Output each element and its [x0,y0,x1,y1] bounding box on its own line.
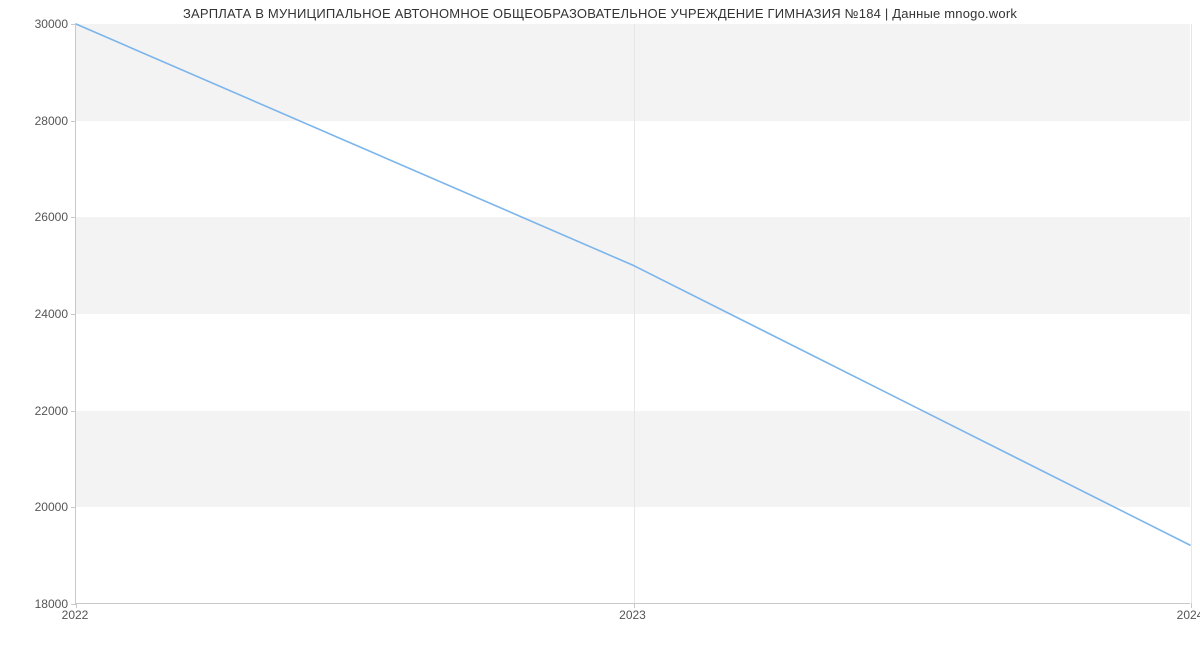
x-tick-label: 2022 [62,608,89,622]
y-tickmark [71,411,76,412]
y-tick-label: 24000 [8,307,68,321]
y-tickmark [71,314,76,315]
y-tick-label: 28000 [8,114,68,128]
x-tick-label: 2023 [619,608,646,622]
y-tickmark [71,217,76,218]
plot-area [75,24,1190,604]
y-tickmark [71,24,76,25]
y-tick-label: 22000 [8,404,68,418]
y-tick-label: 30000 [8,17,68,31]
chart-title: ЗАРПЛАТА В МУНИЦИПАЛЬНОЕ АВТОНОМНОЕ ОБЩЕ… [0,6,1200,21]
y-tickmark [71,507,76,508]
chart-container: ЗАРПЛАТА В МУНИЦИПАЛЬНОЕ АВТОНОМНОЕ ОБЩЕ… [0,0,1200,650]
y-tickmark [71,121,76,122]
x-tick-label: 2024 [1177,608,1200,622]
line-series [76,24,1190,603]
y-tick-label: 26000 [8,210,68,224]
y-tick-label: 18000 [8,597,68,611]
y-tick-label: 20000 [8,500,68,514]
line-path [76,24,1190,545]
x-gridline [1191,24,1192,603]
